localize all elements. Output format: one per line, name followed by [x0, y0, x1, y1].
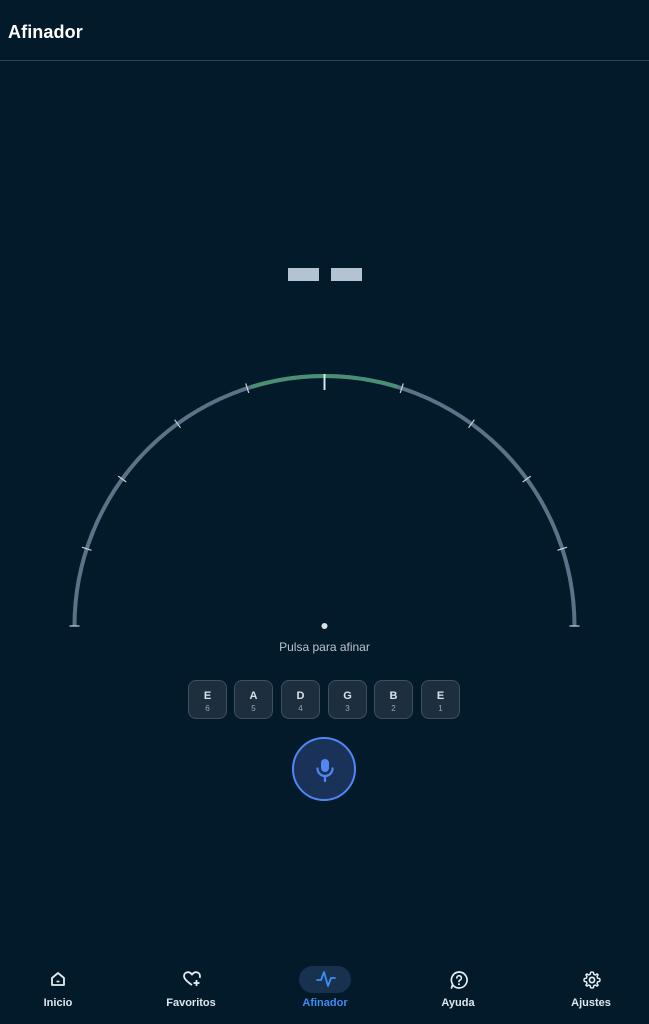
string-note: D — [296, 690, 305, 702]
detected-note-placeholder — [288, 268, 364, 282]
nav-label: Afinador — [302, 997, 348, 1009]
nav-item-inicio[interactable]: Inicio — [8, 952, 108, 1024]
string-button-a5[interactable]: A 5 — [234, 680, 273, 719]
nav-icon-container — [565, 966, 617, 993]
string-note: B — [389, 690, 398, 702]
nav-label: Inicio — [43, 997, 73, 1009]
nav-label: Ajustes — [571, 997, 611, 1009]
nav-label: Ayuda — [441, 997, 475, 1009]
string-number: 2 — [391, 704, 396, 713]
string-number: 3 — [345, 704, 350, 713]
microphone-icon — [316, 759, 334, 783]
string-number: 5 — [251, 704, 256, 713]
heart-plus-icon — [183, 971, 201, 986]
nav-icon-container — [432, 966, 484, 993]
pulse-icon — [316, 971, 336, 987]
page-title: Afinador — [8, 22, 83, 42]
nav-icon-container — [32, 966, 84, 993]
string-number: 4 — [298, 704, 303, 713]
string-button-g3[interactable]: G 3 — [328, 680, 367, 719]
note-dash — [331, 268, 362, 281]
nav-icon-container — [165, 966, 217, 993]
tap-to-tune-hint: Pulsa para afinar — [279, 640, 370, 654]
help-bubble-icon — [450, 971, 468, 989]
string-button-b2[interactable]: B 2 — [374, 680, 413, 719]
nav-icon-container — [299, 966, 351, 993]
string-button-d4[interactable]: D 4 — [281, 680, 320, 719]
string-note: G — [343, 690, 352, 702]
string-number: 6 — [205, 704, 210, 713]
string-note: E — [436, 690, 445, 702]
bottom-navigation: Inicio Favoritos Afinador Ayuda Ajustes — [0, 952, 649, 1024]
tuning-gauge — [69, 374, 580, 629]
microphone-button[interactable] — [292, 737, 356, 801]
gauge-arc — [72, 374, 577, 627]
gear-icon — [583, 971, 601, 989]
nav-item-ajustes[interactable]: Ajustes — [541, 952, 641, 1024]
string-button-e1[interactable]: E 1 — [421, 680, 460, 719]
nav-item-favoritos[interactable]: Favoritos — [141, 952, 241, 1024]
note-dash — [288, 268, 319, 281]
string-note: A — [249, 690, 258, 702]
nav-item-ayuda[interactable]: Ayuda — [408, 952, 508, 1024]
needle-pivot — [321, 623, 328, 629]
string-note: E — [203, 690, 212, 702]
home-icon — [51, 972, 65, 986]
nav-item-afinador[interactable]: Afinador — [275, 952, 375, 1024]
string-number: 1 — [438, 704, 443, 713]
nav-label: Favoritos — [166, 997, 216, 1009]
tuner-app: Afinador Pulsa para afinar E 6 A 5 D 4 G… — [0, 0, 649, 1024]
string-button-e6[interactable]: E 6 — [188, 680, 227, 719]
app-header: Afinador — [0, 0, 649, 61]
